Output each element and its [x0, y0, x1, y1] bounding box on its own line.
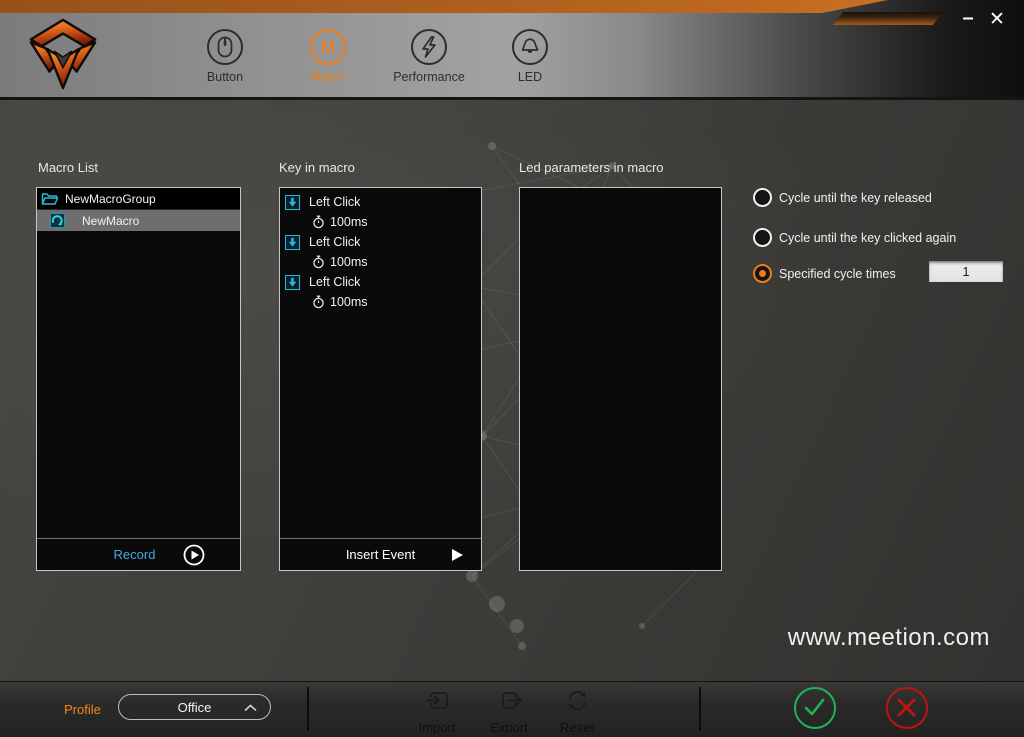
titlebar-deco-shape	[833, 12, 943, 25]
macro-group-row[interactable]: NewMacroGroup	[37, 188, 240, 210]
macro-event-delay[interactable]: 100ms	[280, 252, 481, 272]
macro-item-row-selected[interactable]: NewMacro	[37, 210, 240, 231]
main-area: Macro List Key in macro Led parameters i…	[0, 100, 1024, 681]
footer-bar: Profile Office Import	[0, 681, 1024, 737]
record-button[interactable]: Record	[37, 538, 240, 570]
key-in-macro-title: Key in macro	[279, 160, 355, 175]
stopwatch-icon	[312, 255, 325, 269]
led-params-title: Led parameters in macro	[519, 160, 664, 175]
macro-event-action[interactable]: Left Click	[280, 232, 481, 252]
macro-event-action[interactable]: Left Click	[280, 272, 481, 292]
cycle-option-clicked-again[interactable]: Cycle until the key clicked again	[753, 228, 956, 247]
cycle-option-released[interactable]: Cycle until the key released	[753, 188, 932, 207]
apply-button[interactable]	[794, 687, 836, 729]
macro-list-title: Macro List	[38, 160, 98, 175]
watermark-url: www.meetion.com	[788, 624, 990, 652]
header: – ✕	[0, 0, 1024, 97]
insert-event-button[interactable]: Insert Event	[280, 538, 481, 570]
macro-list-panel: NewMacroGroup NewMacro Record	[36, 187, 241, 571]
import-icon	[424, 687, 451, 714]
event-delay-label: 100ms	[330, 215, 368, 229]
import-button[interactable]: Import	[402, 687, 472, 735]
folder-icon	[41, 192, 58, 206]
record-label: Record	[114, 547, 156, 562]
led-params-panel	[519, 187, 722, 571]
check-icon	[796, 689, 833, 726]
macro-event-action[interactable]: Left Click	[280, 192, 481, 212]
insert-arrow-icon	[452, 549, 463, 561]
cycle-option-label: Cycle until the key clicked again	[779, 231, 956, 245]
macro-file-icon	[50, 213, 65, 228]
svg-text:M: M	[321, 38, 336, 58]
profile-dropdown-value: Office	[178, 700, 212, 715]
cycle-option-specified-times[interactable]: Specified cycle times	[753, 264, 896, 283]
brand-logo-icon	[24, 17, 102, 91]
key-in-macro-panel: Left Click 100ms	[279, 187, 482, 571]
minimize-button[interactable]: –	[956, 8, 980, 28]
tab-button[interactable]: Button	[183, 28, 267, 84]
reset-button[interactable]: Reset	[542, 687, 612, 735]
macro-event-delay[interactable]: 100ms	[280, 292, 481, 312]
cycle-times-input[interactable]	[929, 261, 1003, 282]
tab-led-label: LED	[488, 70, 572, 84]
radio-selected-icon[interactable]	[753, 264, 772, 283]
footer-divider	[307, 687, 309, 731]
profile-dropdown[interactable]: Office	[118, 694, 271, 720]
app-window: – ✕	[0, 0, 1024, 737]
cycle-option-label: Cycle until the key released	[779, 191, 932, 205]
macro-event-delay[interactable]: 100ms	[280, 212, 481, 232]
key-down-icon	[285, 235, 300, 250]
x-icon	[888, 689, 925, 726]
macro-group-name: NewMacroGroup	[65, 192, 156, 206]
import-label: Import	[402, 720, 472, 735]
insert-event-label: Insert Event	[280, 547, 481, 562]
lightning-icon	[410, 28, 448, 66]
profile-label: Profile	[64, 702, 101, 717]
macro-item-name: NewMacro	[82, 214, 139, 228]
key-down-icon	[285, 275, 300, 290]
tab-macro-label: Macro	[286, 70, 370, 84]
radio-unselected-icon[interactable]	[753, 188, 772, 207]
stopwatch-icon	[312, 295, 325, 309]
stopwatch-icon	[312, 215, 325, 229]
tab-macro[interactable]: M Macro	[286, 28, 370, 84]
chevron-up-icon	[244, 704, 257, 712]
lamp-icon	[511, 28, 549, 66]
tab-led[interactable]: LED	[488, 28, 572, 84]
tab-button-label: Button	[183, 70, 267, 84]
reset-label: Reset	[542, 720, 612, 735]
cancel-button[interactable]	[886, 687, 928, 729]
macro-m-icon: M	[309, 28, 347, 66]
mouse-icon	[206, 28, 244, 66]
cycle-option-label: Specified cycle times	[779, 267, 896, 281]
radio-unselected-icon[interactable]	[753, 228, 772, 247]
event-action-label: Left Click	[309, 275, 360, 289]
export-icon	[496, 687, 523, 714]
close-button[interactable]: ✕	[984, 8, 1010, 32]
event-action-label: Left Click	[309, 235, 360, 249]
key-down-icon	[285, 195, 300, 210]
export-label: Export	[474, 720, 544, 735]
tab-performance-label: Performance	[387, 70, 471, 84]
event-delay-label: 100ms	[330, 295, 368, 309]
export-button[interactable]: Export	[474, 687, 544, 735]
tab-performance[interactable]: Performance	[387, 28, 471, 84]
footer-divider	[699, 687, 701, 731]
event-action-label: Left Click	[309, 195, 360, 209]
event-delay-label: 100ms	[330, 255, 368, 269]
reset-icon	[564, 687, 591, 714]
play-circle-icon	[183, 544, 205, 566]
